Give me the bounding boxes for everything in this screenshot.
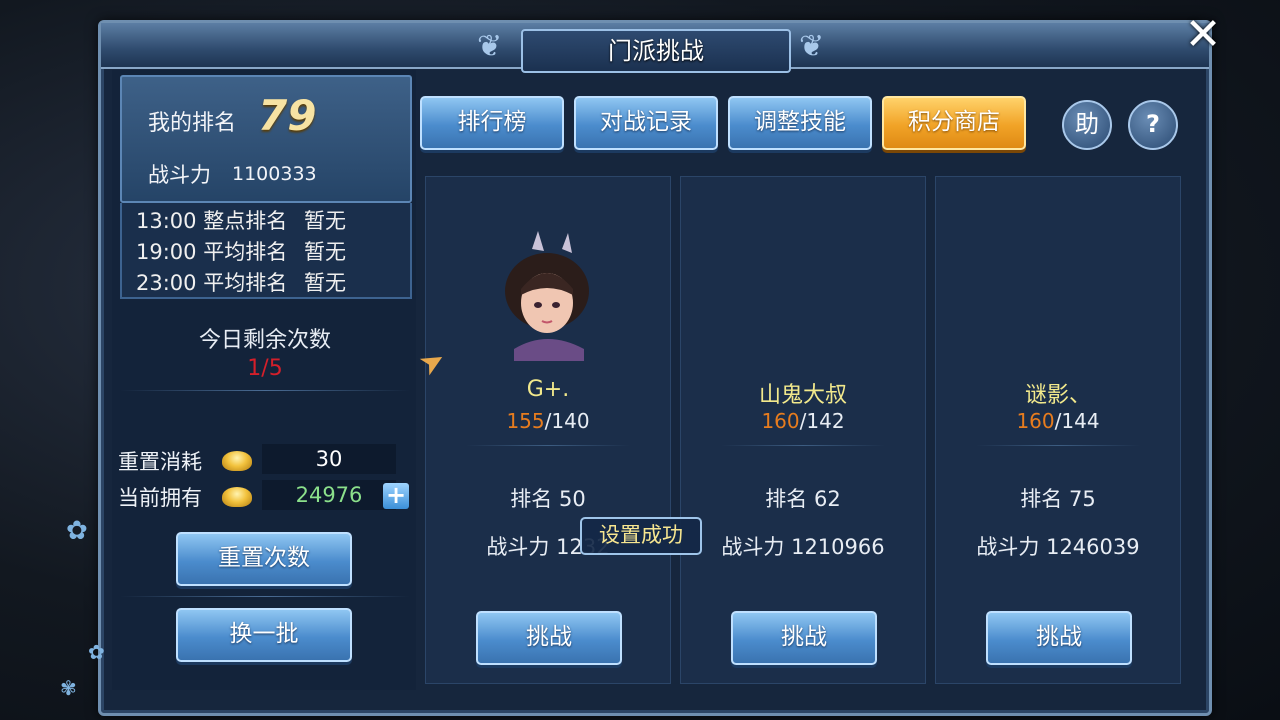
opponent-level: 155/140 bbox=[426, 409, 670, 433]
opponent-power-label: 战斗力 bbox=[486, 535, 550, 559]
opponent-card: 谜影、 160/144 排名 75 战斗力 1246039 挑战 bbox=[935, 176, 1181, 684]
schedule-time: 19:00 bbox=[136, 240, 197, 264]
opponent-rank-label: 排名 bbox=[1020, 487, 1063, 511]
opponent-level: 160/144 bbox=[936, 409, 1180, 433]
challenge-button[interactable]: 挑战 bbox=[731, 611, 877, 665]
opponent-level-max: /142 bbox=[799, 409, 845, 433]
assist-button[interactable]: 助 bbox=[1062, 100, 1112, 150]
opponent-level: 160/142 bbox=[681, 409, 925, 433]
butterfly-icon: ✿ bbox=[66, 516, 88, 546]
my-rank-label: 我的排名 bbox=[148, 111, 237, 136]
opponent-rank: 排名 75 bbox=[936, 483, 1180, 513]
challenge-button[interactable]: 挑战 bbox=[986, 611, 1132, 665]
opponent-name: 山鬼大叔 bbox=[758, 383, 847, 408]
schedule-label: 平均排名 bbox=[203, 271, 288, 295]
tab-adjust-skills[interactable]: 调整技能 bbox=[728, 96, 872, 150]
opponent-rank-label: 排名 bbox=[510, 487, 553, 511]
reset-cost-label: 重置消耗 bbox=[118, 450, 202, 474]
schedule-position: 暂无 bbox=[304, 240, 346, 264]
opponent-name: 谜影、 bbox=[1024, 383, 1091, 408]
dialog-title: 门派挑战 bbox=[521, 29, 791, 73]
gold-ingot-icon bbox=[222, 451, 252, 471]
today-remaining-label: 今日剩余次数 bbox=[198, 328, 331, 353]
opponent-rank-label: 排名 bbox=[765, 487, 808, 511]
my-rank-value: 79 bbox=[258, 91, 317, 140]
schedule-time: 13:00 bbox=[136, 209, 197, 233]
challenge-button[interactable]: 挑战 bbox=[476, 611, 622, 665]
my-power-value: 1100333 bbox=[232, 163, 317, 185]
opponent-power-label: 战斗力 bbox=[976, 535, 1040, 559]
reset-cost-value: 30 bbox=[262, 444, 396, 474]
tab-battle-record[interactable]: 对战记录 bbox=[574, 96, 718, 150]
refresh-button[interactable]: 换一批 bbox=[176, 608, 352, 662]
ornament-right-icon: ❦ bbox=[799, 29, 825, 64]
opponent-rank-value: 75 bbox=[1068, 487, 1096, 511]
today-remaining-value: 1/5 bbox=[247, 356, 283, 381]
opponent-rank: 排名 62 bbox=[681, 483, 925, 513]
tab-points-shop[interactable]: 积分商店 bbox=[882, 96, 1026, 150]
divider bbox=[120, 390, 410, 391]
current-owned-value: 24976 bbox=[262, 480, 396, 510]
schedule-position: 暂无 bbox=[304, 209, 346, 233]
butterfly-icon: ✿ bbox=[88, 640, 105, 664]
help-question-button[interactable]: ? bbox=[1128, 100, 1178, 150]
divider bbox=[466, 445, 630, 446]
divider bbox=[976, 445, 1140, 446]
opponent-card: G+. 155/140 排名 50 战斗力 1232 挑战 bbox=[425, 176, 671, 684]
opponent-power-label: 战斗力 bbox=[721, 535, 785, 559]
schedule-position: 暂无 bbox=[304, 271, 346, 295]
toast-message: 设置成功 bbox=[580, 517, 702, 555]
rank-schedule: 13:00 整点排名 暂无 19:00 平均排名 暂无 23:00 平均排名 暂… bbox=[120, 203, 412, 299]
gold-ingot-icon bbox=[222, 487, 252, 507]
schedule-row: 13:00 整点排名 暂无 bbox=[136, 205, 346, 235]
opponent-level-current: 160 bbox=[1016, 409, 1055, 433]
my-rank-box: 我的排名 79 战斗力 1100333 bbox=[120, 75, 412, 203]
opponent-level-current: 160 bbox=[761, 409, 800, 433]
divider bbox=[120, 596, 410, 597]
opponent-level-current: 155 bbox=[506, 409, 545, 433]
current-owned-label: 当前拥有 bbox=[118, 486, 202, 510]
opponent-avatar bbox=[505, 231, 589, 361]
opponent-power-value: 1246039 bbox=[1046, 535, 1140, 559]
schedule-label: 整点排名 bbox=[203, 209, 288, 233]
flower-icon: ✾ bbox=[60, 676, 77, 700]
opponent-card: 山鬼大叔 160/142 排名 62 战斗力 1210966 挑战 bbox=[680, 176, 926, 684]
schedule-time: 23:00 bbox=[136, 271, 197, 295]
reset-count-button[interactable]: 重置次数 bbox=[176, 532, 352, 586]
opponent-power-value: 1210966 bbox=[791, 535, 885, 559]
schedule-row: 19:00 平均排名 暂无 bbox=[136, 236, 346, 266]
plus-icon[interactable]: + bbox=[383, 483, 409, 509]
opponent-rank-value: 62 bbox=[813, 487, 841, 511]
opponent-rank-value: 50 bbox=[558, 487, 586, 511]
tab-leaderboard[interactable]: 排行榜 bbox=[420, 96, 564, 150]
divider bbox=[721, 445, 885, 446]
opponent-power: 战斗力 1246039 bbox=[936, 531, 1180, 561]
schedule-label: 平均排名 bbox=[203, 240, 288, 264]
opponent-level-max: /144 bbox=[1054, 409, 1100, 433]
opponent-rank: 排名 50 bbox=[426, 483, 670, 513]
opponent-name: G+. bbox=[526, 377, 570, 402]
close-icon[interactable]: ✕ bbox=[1180, 12, 1226, 58]
opponent-power: 战斗力 1210966 bbox=[681, 531, 925, 561]
schedule-row: 23:00 平均排名 暂无 bbox=[136, 267, 346, 297]
opponent-level-max: /140 bbox=[544, 409, 590, 433]
ornament-left-icon: ❦ bbox=[477, 29, 503, 64]
my-power-label: 战斗力 bbox=[148, 163, 211, 187]
